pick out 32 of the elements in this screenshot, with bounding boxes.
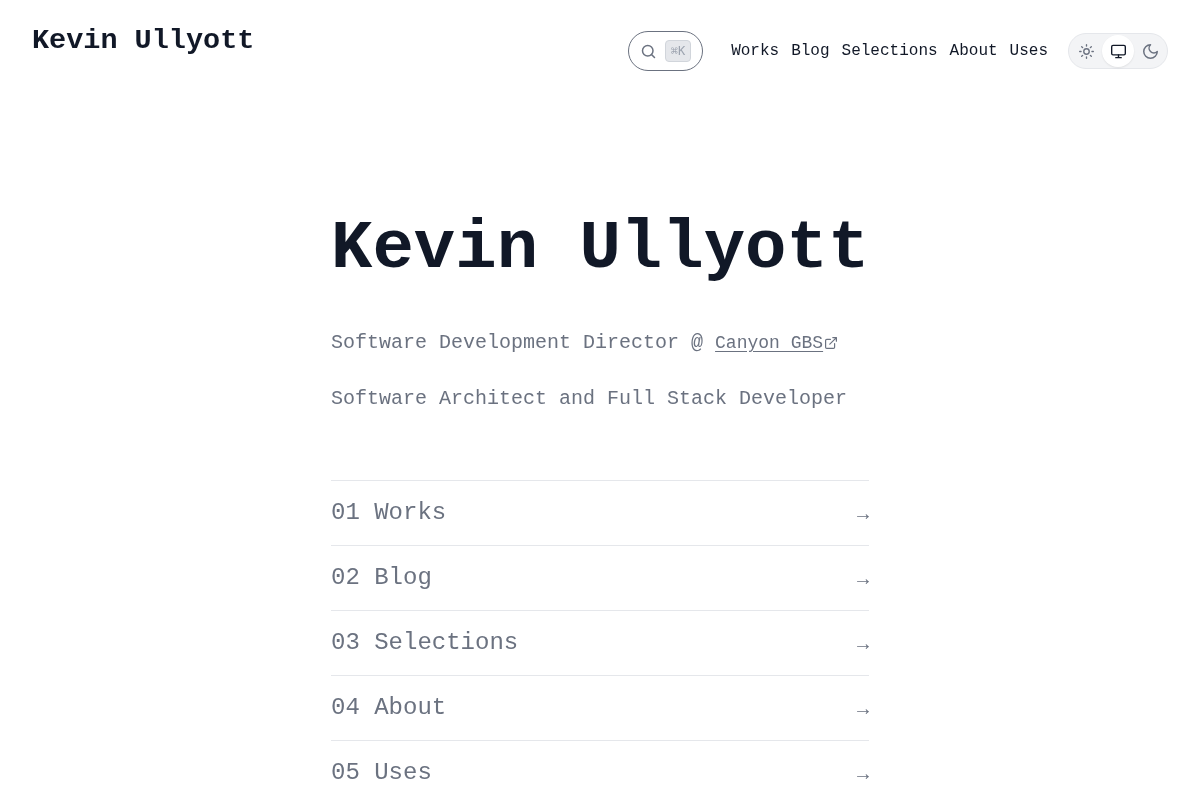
section-link[interactable]: 02 Blog → bbox=[331, 545, 869, 610]
nav-link[interactable]: About bbox=[949, 41, 998, 61]
site-title[interactable]: Kevin Ullyott bbox=[32, 24, 255, 58]
section-link[interactable]: 05 Uses → bbox=[331, 740, 869, 800]
tagline: Software Development Director @ Canyon GBS bbox=[331, 329, 869, 357]
external-link-icon bbox=[825, 337, 838, 349]
arrow-icon: → bbox=[857, 762, 869, 787]
section-label: 05 Uses bbox=[331, 758, 432, 788]
tagline: Software Architect and Full Stack Developer bbox=[331, 386, 849, 412]
sun-icon bbox=[1078, 43, 1094, 59]
section-label: 04 About bbox=[331, 693, 447, 723]
section-label: 02 Blog bbox=[331, 563, 432, 593]
search-icon bbox=[640, 43, 656, 59]
nav-link[interactable]: Selections bbox=[841, 41, 938, 61]
arrow-icon: → bbox=[857, 502, 869, 527]
section-link[interactable]: 01 Works → bbox=[331, 480, 869, 545]
section-link[interactable]: 03 Selections → bbox=[331, 610, 869, 675]
company-link[interactable]: Canyon GBS bbox=[715, 329, 838, 357]
theme-option-button[interactable] bbox=[1102, 35, 1134, 67]
section-label: 01 Works bbox=[331, 498, 447, 528]
nav-link[interactable]: Uses bbox=[1009, 41, 1048, 61]
section-link[interactable]: 04 About → bbox=[331, 675, 869, 740]
hero-title: Kevin Ullyott bbox=[331, 209, 869, 289]
shortcut-key: ⌘K bbox=[664, 40, 692, 62]
arrow-icon: → bbox=[857, 697, 869, 722]
arrow-icon: → bbox=[857, 632, 869, 657]
arrow-icon: → bbox=[857, 567, 869, 592]
monitor-icon bbox=[1110, 43, 1126, 59]
nav-link[interactable]: Blog bbox=[791, 41, 830, 61]
section-label: 03 Selections bbox=[331, 628, 519, 658]
nav-link[interactable]: Works bbox=[731, 41, 780, 61]
moon-icon bbox=[1142, 43, 1158, 59]
